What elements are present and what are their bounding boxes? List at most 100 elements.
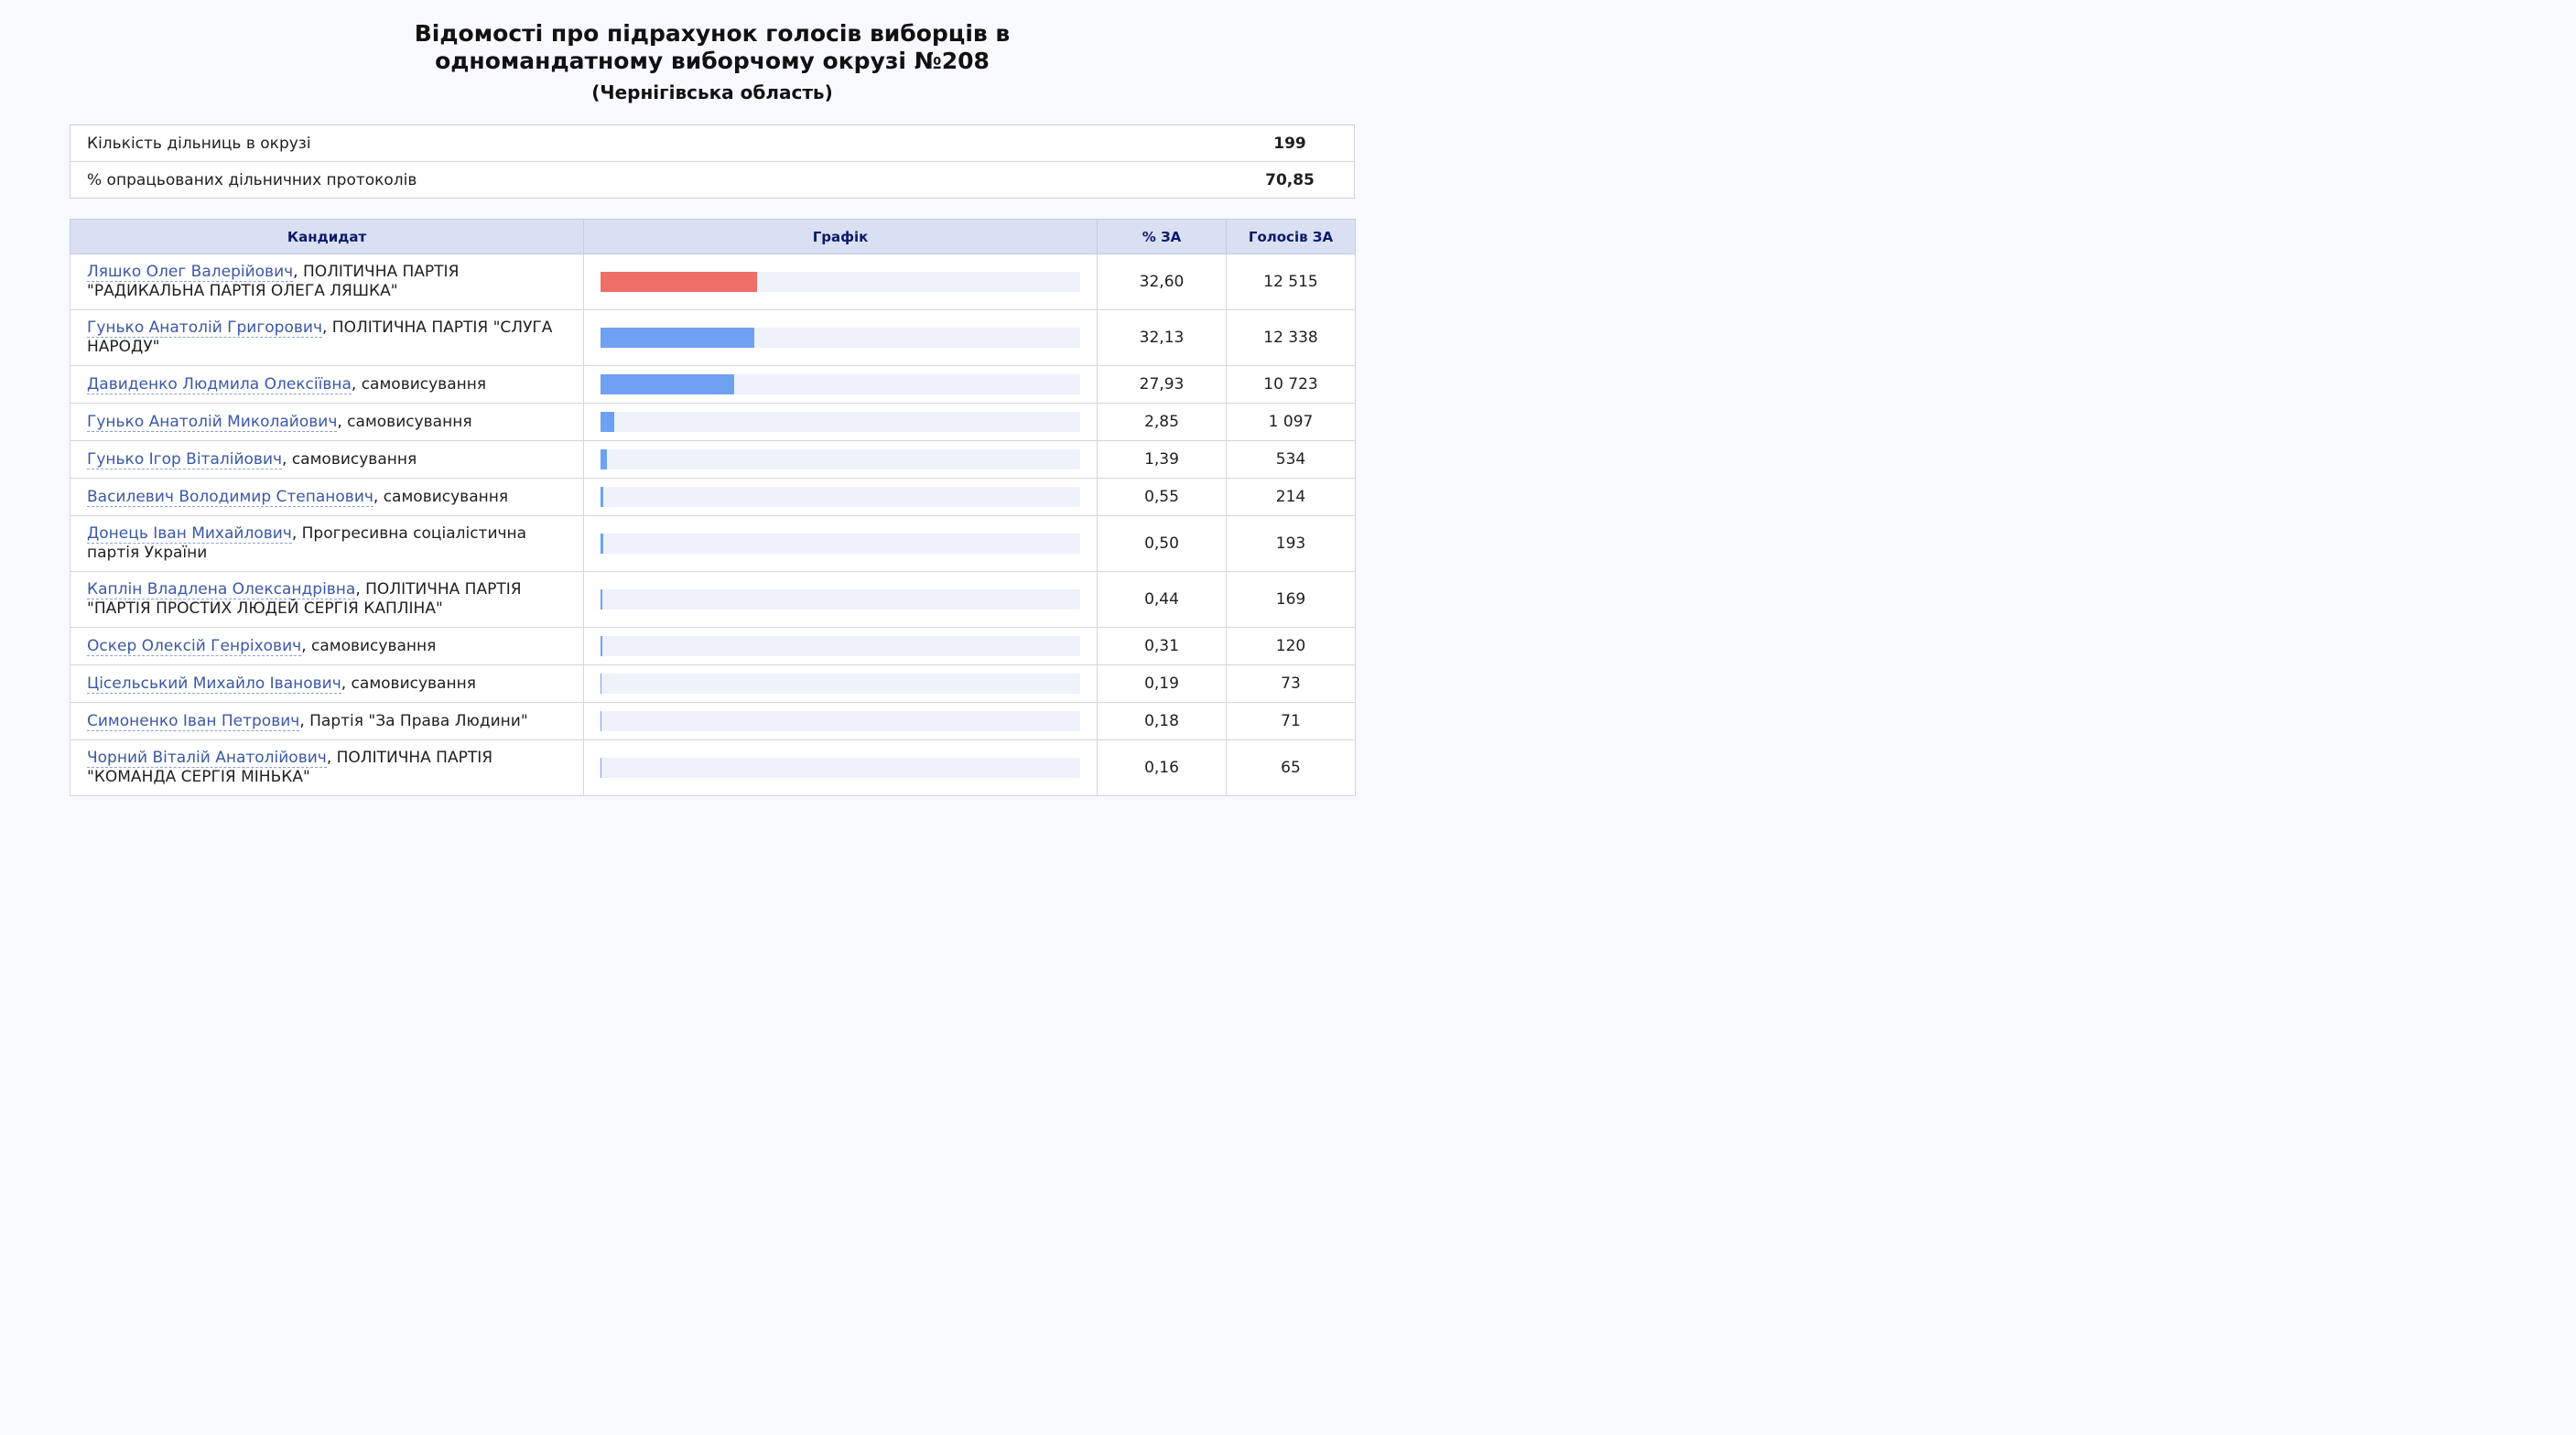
votes-cell: 120 (1226, 627, 1356, 665)
candidate-row: Цісельський Михайло Іванович, самовисува… (70, 664, 1356, 703)
candidate-cell: Оскер Олексій Генріхович, самовисування (70, 627, 584, 665)
candidate-cell: Донець Іван Михайлович, Прогресивна соці… (70, 515, 584, 572)
chart-cell (583, 664, 1098, 703)
candidate-cell: Василевич Володимир Степанович, самовису… (70, 478, 584, 516)
percent-cell: 0,19 (1097, 664, 1227, 703)
votes-cell: 73 (1226, 664, 1356, 703)
bar-track (601, 711, 1080, 731)
candidate-party: , самовисування (282, 449, 417, 469)
vote-share-bar (601, 636, 602, 656)
candidate-name-link[interactable]: Гунько Анатолій Миколайович (87, 412, 338, 432)
candidate-cell: Ляшко Олег Валерійович, ПОЛІТИЧНА ПАРТІЯ… (70, 254, 584, 310)
percent-cell: 0,55 (1097, 478, 1227, 516)
summary-label: % опрацьованих дільничних протоколів (87, 170, 417, 189)
candidate-row: Оскер Олексій Генріхович, самовисування 0… (70, 627, 1356, 665)
bar-track (601, 674, 1080, 694)
candidate-row: Ляшко Олег Валерійович, ПОЛІТИЧНА ПАРТІЯ… (70, 254, 1356, 310)
chart-cell (583, 515, 1098, 572)
percent-cell: 2,85 (1097, 403, 1227, 441)
candidate-row: Гунько Анатолій Миколайович, самовисуван… (70, 403, 1356, 441)
votes-cell: 12 515 (1226, 254, 1356, 310)
column-header-chart: Графік (583, 219, 1098, 254)
candidate-name-link[interactable]: Василевич Володимир Степанович (87, 487, 373, 507)
chart-cell (583, 365, 1098, 404)
bar-track (601, 449, 1080, 469)
bar-track (601, 328, 1080, 348)
candidate-cell: Цісельський Михайло Іванович, самовисува… (70, 664, 584, 703)
candidate-name-link[interactable]: Ляшко Олег Валерійович (87, 263, 294, 282)
vote-share-bar (601, 374, 735, 394)
page: Відомості про підрахунок голосів виборці… (70, 0, 1356, 796)
results-body: Ляшко Олег Валерійович, ПОЛІТИЧНА ПАРТІЯ… (70, 254, 1356, 796)
vote-share-bar (601, 534, 603, 554)
chart-cell (583, 702, 1098, 740)
percent-cell: 0,50 (1097, 515, 1227, 572)
vote-share-bar (601, 487, 603, 507)
candidate-name-link[interactable]: Цісельський Михайло Іванович (87, 674, 341, 694)
vote-share-bar (601, 449, 608, 469)
votes-cell: 534 (1226, 440, 1356, 479)
candidate-name-link[interactable]: Гунько Ігор Віталійович (87, 449, 283, 469)
candidate-cell: Чорний Віталій Анатолійович, ПОЛІТИЧНА П… (70, 739, 584, 796)
candidate-cell: Каплін Владлена Олександрівна, ПОЛІТИЧНА… (70, 571, 584, 628)
bar-track (601, 636, 1080, 656)
bar-track (601, 758, 1080, 778)
column-header-votes: Голосів ЗА (1226, 219, 1356, 254)
votes-cell: 12 338 (1226, 309, 1356, 366)
vote-share-bar (601, 272, 757, 292)
column-header-percent: % ЗА (1097, 219, 1227, 254)
candidate-name-link[interactable]: Донець Іван Михайлович (87, 524, 292, 544)
candidate-party: , самовисування (341, 674, 476, 693)
candidate-row: Василевич Володимир Степанович, самовису… (70, 478, 1356, 516)
results-table: Кандидат Графік % ЗА Голосів ЗА Ляшко Ол… (70, 219, 1356, 796)
bar-track (601, 589, 1080, 610)
candidate-name-link[interactable]: Чорний Віталій Анатолійович (87, 749, 327, 768)
votes-cell: 169 (1226, 571, 1356, 628)
percent-cell: 27,93 (1097, 365, 1227, 404)
vote-share-bar (601, 328, 755, 348)
candidate-row: Симоненко Іван Петрович, Партія "За Прав… (70, 702, 1356, 740)
results-header-row: Кандидат Графік % ЗА Голосів ЗА (70, 219, 1356, 254)
chart-cell (583, 254, 1098, 310)
candidate-party: , самовисування (351, 374, 487, 394)
candidate-cell: Гунько Анатолій Григорович, ПОЛІТИЧНА ПА… (70, 309, 584, 366)
column-header-candidate: Кандидат (70, 219, 584, 254)
candidate-row: Донець Іван Михайлович, Прогресивна соці… (70, 515, 1356, 572)
percent-cell: 32,60 (1097, 254, 1227, 310)
chart-cell (583, 309, 1098, 366)
chart-cell (583, 571, 1098, 628)
summary-row: Кількість дільниць в окрузі 199 (70, 124, 1355, 162)
chart-cell (583, 403, 1098, 441)
votes-cell: 193 (1226, 515, 1356, 572)
candidate-party: , самовисування (301, 636, 437, 655)
candidate-cell: Гунько Анатолій Миколайович, самовисуван… (70, 403, 584, 441)
candidate-party: , Партія "За Права Людини" (299, 711, 528, 730)
candidate-cell: Симоненко Іван Петрович, Партія "За Прав… (70, 702, 584, 740)
vote-share-bar (601, 412, 614, 432)
candidate-name-link[interactable]: Оскер Олексій Генріхович (87, 636, 302, 656)
candidate-name-link[interactable]: Давиденко Людмила Олексіївна (87, 374, 352, 394)
percent-cell: 0,31 (1097, 627, 1227, 665)
candidate-row: Давиденко Людмила Олексіївна, самовисува… (70, 365, 1356, 404)
percent-cell: 32,13 (1097, 309, 1227, 366)
candidate-row: Чорний Віталій Анатолійович, ПОЛІТИЧНА П… (70, 739, 1356, 796)
candidate-cell: Давиденко Людмила Олексіївна, самовисува… (70, 365, 584, 404)
summary-row: % опрацьованих дільничних протоколів 70,… (70, 162, 1355, 199)
candidate-row: Каплін Владлена Олександрівна, ПОЛІТИЧНА… (70, 571, 1356, 628)
summary-value: 70,85 (1265, 170, 1315, 189)
candidate-name-link[interactable]: Каплін Владлена Олександрівна (87, 580, 356, 599)
votes-cell: 1 097 (1226, 403, 1356, 441)
summary-table: Кількість дільниць в окрузі 199 % опраць… (70, 124, 1355, 199)
candidate-name-link[interactable]: Симоненко Іван Петрович (87, 711, 300, 731)
votes-cell: 214 (1226, 478, 1356, 516)
bar-track (601, 272, 1080, 292)
bar-track (601, 487, 1080, 507)
percent-cell: 1,39 (1097, 440, 1227, 479)
candidate-name-link[interactable]: Гунько Анатолій Григорович (87, 318, 322, 338)
candidate-cell: Гунько Ігор Віталійович, самовисування (70, 440, 584, 479)
title-block: Відомості про підрахунок голосів виборці… (70, 0, 1355, 104)
summary-label: Кількість дільниць в окрузі (70, 124, 1226, 162)
bar-track (601, 374, 1080, 394)
votes-cell: 71 (1226, 702, 1356, 740)
percent-cell: 0,44 (1097, 571, 1227, 628)
